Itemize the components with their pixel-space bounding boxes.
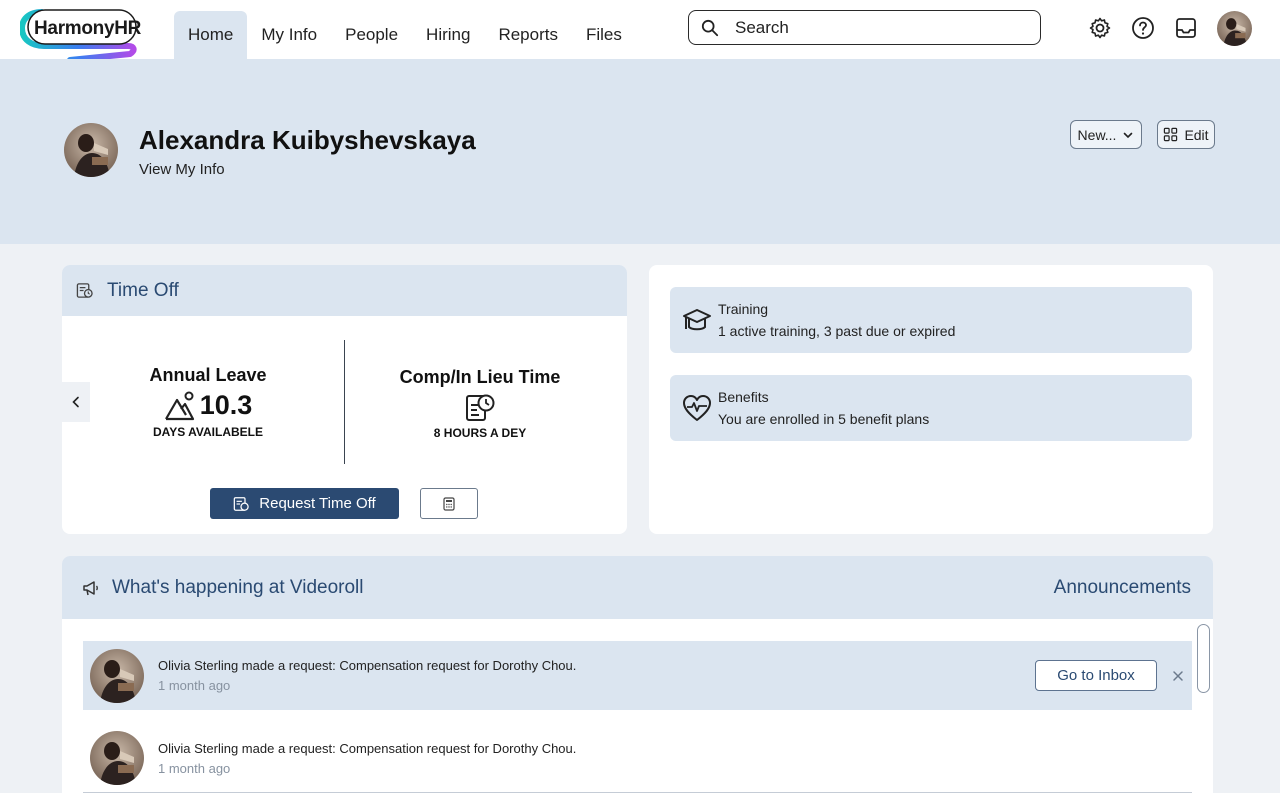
gear-icon[interactable]	[1086, 14, 1114, 42]
feed-message: Olivia Sterling made a request: Compensa…	[158, 658, 577, 673]
feed-item: Olivia Sterling made a request: Compensa…	[83, 641, 1192, 710]
training-tile[interactable]: Training 1 active training, 3 past due o…	[670, 287, 1192, 353]
help-icon[interactable]	[1129, 14, 1157, 42]
profile-name: Alexandra Kuibyshevskaya	[139, 125, 476, 155]
calculator-button[interactable]	[420, 488, 478, 519]
brand-name: HarmonyHR	[34, 18, 142, 39]
mountain-icon	[164, 391, 194, 420]
heart-pulse-icon	[683, 395, 711, 421]
search-input[interactable]	[735, 17, 1015, 38]
chevron-down-icon	[1124, 132, 1133, 138]
happening-header: What's happening at Videoroll Announceme…	[62, 556, 1213, 619]
main-nav: Home My Info People Hiring Reports Files	[174, 11, 636, 59]
view-my-info-link[interactable]: View My Info	[139, 161, 225, 178]
nav-hiring[interactable]: Hiring	[412, 11, 484, 59]
feed-avatar	[90, 649, 144, 703]
annual-leave-block: Annual Leave 10.3 DAYS AVAILABELE	[122, 365, 294, 439]
benefits-text: You are enrolled in 5 benefit plans	[718, 411, 930, 427]
user-avatar[interactable]	[1217, 11, 1252, 46]
calculator-icon	[443, 496, 455, 511]
feed-avatar	[90, 731, 144, 785]
new-button-label: New...	[1077, 126, 1117, 143]
nav-files[interactable]: Files	[572, 11, 636, 59]
feed-message: Olivia Sterling made a request: Compensa…	[158, 740, 577, 756]
time-off-card: Time Off Annual Leave 10.3 DAYS AVAILABE…	[62, 265, 627, 534]
request-time-off-label: Request Time Off	[259, 495, 376, 512]
carousel-prev-button[interactable]	[62, 382, 90, 422]
document-clock-icon	[466, 394, 495, 421]
feed-item: Olivia Sterling made a request: Compensa…	[83, 724, 1192, 793]
top-navigation-bar: HarmonyHR Home My Info People Hiring Rep…	[0, 0, 1280, 63]
new-dropdown-button[interactable]: New...	[1070, 120, 1142, 149]
benefits-tile[interactable]: Benefits You are enrolled in 5 benefit p…	[670, 375, 1192, 441]
search-icon	[701, 19, 719, 36]
chevron-left-icon	[72, 396, 79, 408]
time-off-title: Time Off	[107, 279, 179, 301]
happening-card: What's happening at Videoroll Announceme…	[62, 556, 1213, 793]
go-to-inbox-button[interactable]: Go to Inbox	[1035, 660, 1157, 691]
annual-leave-value: 10.3	[199, 390, 253, 420]
happening-title: What's happening at Videoroll	[112, 576, 364, 598]
training-text: 1 active training, 3 past due or expired	[718, 323, 956, 339]
stat-divider	[344, 340, 345, 464]
inbox-icon[interactable]	[1172, 14, 1200, 42]
feed-scrollbar[interactable]	[1197, 624, 1210, 693]
summary-card: Training 1 active training, 3 past due o…	[649, 265, 1213, 534]
request-time-off-button[interactable]: Request Time Off	[210, 488, 399, 519]
graduation-cap-icon	[683, 309, 711, 331]
grid-icon	[1164, 127, 1178, 142]
time-off-icon	[76, 283, 93, 298]
benefits-title: Benefits	[718, 389, 769, 405]
profile-avatar	[64, 123, 118, 177]
search-box[interactable]	[688, 10, 1041, 45]
profile-header: Alexandra Kuibyshevskaya View My Info Ne…	[0, 59, 1280, 244]
nav-reports[interactable]: Reports	[484, 11, 572, 59]
comp-time-unit: 8 HOURS A DEY	[433, 426, 527, 440]
comp-time-block: Comp/In Lieu Time 8 HOURS A DEY	[387, 367, 573, 440]
time-off-request-icon	[233, 496, 249, 511]
brand-logo[interactable]: HarmonyHR	[18, 6, 142, 63]
nav-my-info[interactable]: My Info	[247, 11, 331, 59]
edit-button[interactable]: Edit	[1157, 120, 1215, 149]
annual-leave-unit: DAYS AVAILABELE	[152, 425, 263, 439]
annual-leave-label: Annual Leave	[149, 365, 267, 385]
feed-time: 1 month ago	[158, 760, 231, 776]
nav-people[interactable]: People	[331, 11, 412, 59]
close-icon[interactable]	[1172, 670, 1184, 682]
announcements-link[interactable]: Announcements	[1054, 577, 1191, 599]
nav-home[interactable]: Home	[174, 11, 248, 59]
feed-time: 1 month ago	[158, 678, 231, 693]
comp-time-label: Comp/In Lieu Time	[399, 367, 561, 387]
time-off-header: Time Off	[62, 265, 627, 316]
training-title: Training	[718, 301, 769, 317]
edit-button-label: Edit	[1184, 126, 1209, 143]
megaphone-icon	[83, 580, 98, 595]
